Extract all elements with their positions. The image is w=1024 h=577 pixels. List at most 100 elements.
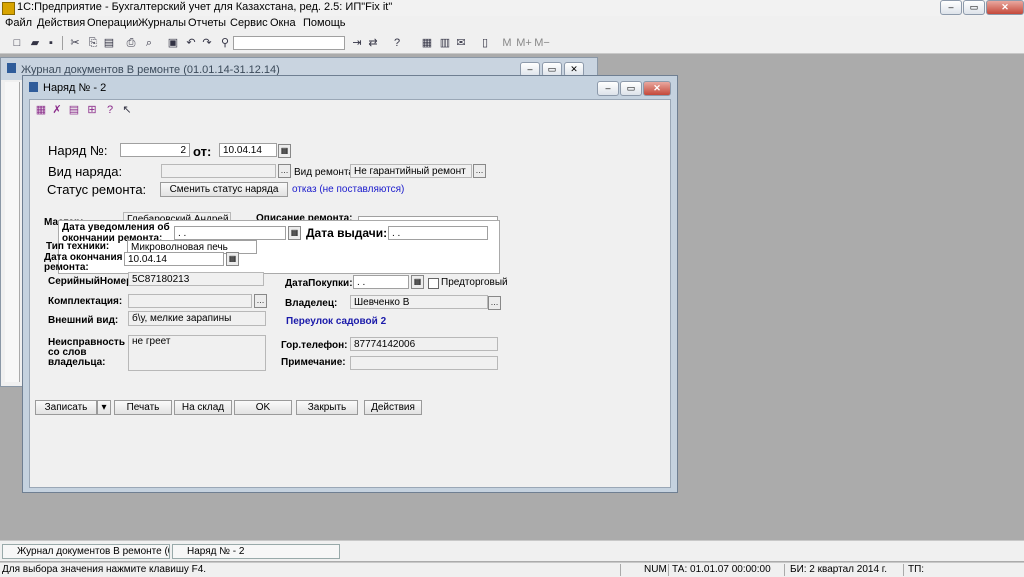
menu-operations[interactable]: Операции <box>87 17 138 29</box>
replace-icon[interactable]: ⇄ <box>366 36 380 50</box>
calendar-icon[interactable]: ▥ <box>438 36 452 50</box>
task-journal[interactable]: Журнал документов В ремонте (01.... <box>2 544 170 559</box>
menu-help[interactable]: Помощь <box>303 17 346 29</box>
help-icon[interactable]: ? <box>390 36 404 50</box>
kit-field[interactable] <box>128 294 252 308</box>
pretrade-label: Предторговый <box>441 277 508 288</box>
edit-doc-icon[interactable]: ▤ <box>67 103 81 117</box>
paste-icon[interactable]: ▤ <box>102 36 116 50</box>
order-dialog[interactable]: Наряд № - 2 – ▭ ✕ ▦ ✗ ▤ ⊞ ? ↖ Наряд №: 2… <box>22 75 678 493</box>
owner-field[interactable]: Шевченко В <box>350 295 488 309</box>
status-bi: БИ: 2 квартал 2014 г. <box>790 564 887 575</box>
open-icon[interactable]: ▰ <box>28 36 42 50</box>
search-combo[interactable] <box>233 36 345 50</box>
restore-button[interactable]: ▭ <box>963 0 985 15</box>
change-status-button[interactable]: Сменить статус наряда <box>160 182 288 197</box>
task-order[interactable]: Наряд № - 2 <box>172 544 340 559</box>
undo-icon[interactable]: ↶ <box>184 36 198 50</box>
dialog-close-button[interactable]: ✕ <box>643 81 671 96</box>
dialog-body: ▦ ✗ ▤ ⊞ ? ↖ Наряд №: 2 от: 10.04.14 ▦ Ви… <box>29 99 671 488</box>
menu-reports[interactable]: Отчеты <box>188 17 226 29</box>
delete-doc-icon[interactable]: ✗ <box>50 103 64 117</box>
serial-field[interactable]: 5C87180213 <box>128 272 264 286</box>
window-taskbar: Журнал документов В ремонте (01.... Наря… <box>0 540 1024 561</box>
status-hint: Для выбора значения нажмите клавишу F4. <box>2 564 207 575</box>
repair-type-select-button[interactable]: … <box>473 164 486 178</box>
doc-icon[interactable]: ▦ <box>34 103 48 117</box>
dialog-restore-button[interactable]: ▭ <box>620 81 642 96</box>
owner-address: Переулок садовой 2 <box>286 316 387 327</box>
status-separator <box>668 564 669 576</box>
redo-icon[interactable]: ↷ <box>200 36 214 50</box>
new-icon[interactable]: □ <box>10 36 24 50</box>
print-icon[interactable]: ⎙ <box>124 36 138 50</box>
look-label: Внешний вид: <box>48 315 119 326</box>
menu-windows[interactable]: Окна <box>270 17 296 29</box>
menu-file[interactable]: Файл <box>5 17 32 29</box>
menu-journals[interactable]: Журналы <box>138 17 186 29</box>
memory-m-button[interactable]: M <box>500 36 514 50</box>
chat-icon[interactable]: ✉ <box>454 36 468 50</box>
status-separator <box>903 564 904 576</box>
status-num: NUM <box>644 564 667 575</box>
calculator-icon[interactable]: ▦ <box>420 36 434 50</box>
cut-icon[interactable]: ✂ <box>68 36 82 50</box>
memory-plus-button[interactable]: M+ <box>516 36 532 50</box>
journal-list-area[interactable] <box>5 82 20 382</box>
menu-actions[interactable]: Действия <box>37 17 85 29</box>
issue-date-field[interactable]: . . <box>388 226 488 240</box>
dialog-minimize-button[interactable]: – <box>597 81 619 96</box>
to-stock-button[interactable]: На склад <box>174 400 232 415</box>
order-no-label: Наряд №: <box>48 143 108 158</box>
app-logo-icon <box>2 2 15 15</box>
memory-minus-button[interactable]: M− <box>534 36 550 50</box>
book-icon[interactable]: ▯ <box>478 36 492 50</box>
actions-button[interactable]: Действия <box>364 400 422 415</box>
toolbar-separator <box>62 36 63 50</box>
app-title-bar: 1С:Предприятие - Бухгалтерский учет для … <box>0 0 1024 17</box>
close-button[interactable]: ✕ <box>986 0 1024 15</box>
kit-select-button[interactable]: … <box>254 294 267 308</box>
type-label: Вид наряда: <box>48 164 123 179</box>
preview-icon[interactable]: ⌕ <box>142 36 156 50</box>
type-select-button[interactable]: … <box>278 164 291 178</box>
select-icon[interactable]: ▣ <box>166 36 180 50</box>
repair-type-field[interactable]: Не гарантийный ремонт <box>350 164 472 178</box>
owner-select-button[interactable]: … <box>488 296 501 310</box>
date-field[interactable]: 10.04.14 <box>219 143 277 157</box>
menu-service[interactable]: Сервис <box>230 17 268 29</box>
structure-icon[interactable]: ⊞ <box>85 103 99 117</box>
notify-date-field[interactable]: . . <box>174 226 286 240</box>
owner-label: Владелец: <box>285 298 338 309</box>
cursor-help-icon[interactable]: ↖ <box>120 103 134 117</box>
close-dialog-button[interactable]: Закрыть <box>296 400 358 415</box>
dialog-icon <box>29 82 38 92</box>
date-calendar-icon[interactable]: ▦ <box>278 144 291 158</box>
save-button[interactable]: Записать <box>35 400 97 415</box>
end-date-field[interactable]: 10.04.14 <box>124 252 224 266</box>
print-button[interactable]: Печать <box>114 400 172 415</box>
pretrade-checkbox[interactable] <box>428 278 439 289</box>
purchase-date-label: ДатаПокупки: <box>285 278 353 289</box>
notify-calendar-icon[interactable]: ▦ <box>288 226 301 240</box>
help-small-icon[interactable]: ? <box>103 103 117 117</box>
find-icon[interactable]: ⚲ <box>218 36 232 50</box>
order-no-field[interactable]: 2 <box>120 143 190 157</box>
purchase-date-field[interactable]: . . <box>353 275 409 289</box>
minimize-button[interactable]: – <box>940 0 962 15</box>
fault-field[interactable]: не греет <box>128 335 266 371</box>
save-dropdown-button[interactable]: ▾ <box>97 400 111 415</box>
device-type-label: Тип техники: <box>46 241 110 252</box>
save-icon[interactable]: ▪ <box>44 36 58 50</box>
from-label: от: <box>193 144 212 159</box>
copy-icon[interactable]: ⎘ <box>86 36 100 50</box>
phone-field[interactable]: 87774142006 <box>350 337 498 351</box>
purchase-calendar-icon[interactable]: ▦ <box>411 275 424 289</box>
search-next-icon[interactable]: ⇥ <box>350 36 364 50</box>
type-field[interactable] <box>161 164 276 178</box>
ok-button[interactable]: OK <box>234 400 292 415</box>
note-field[interactable] <box>350 356 498 370</box>
end-date-calendar-icon[interactable]: ▦ <box>226 252 239 266</box>
status-bar: Для выбора значения нажмите клавишу F4. … <box>0 562 1024 577</box>
look-field[interactable]: б\у, мелкие зарапины <box>128 311 266 326</box>
